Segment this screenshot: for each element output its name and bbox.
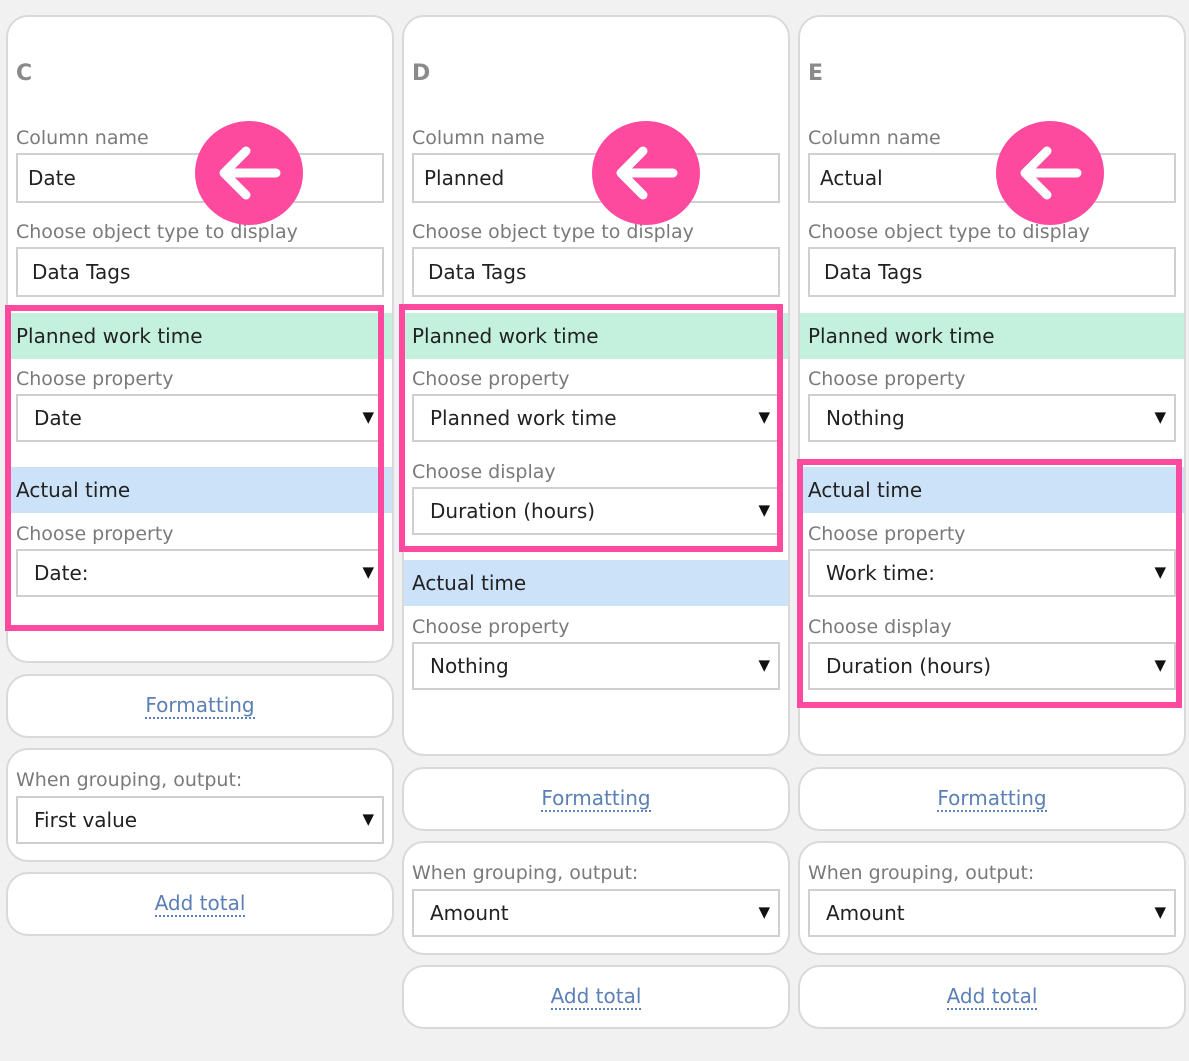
arrow-left-icon	[195, 121, 303, 225]
grouping-select[interactable]: First value ▼	[16, 796, 384, 844]
formatting-panel: Formatting	[402, 767, 790, 831]
grouping-panel: When grouping, output: Amount ▼	[402, 841, 790, 955]
column-name-label: Column name	[16, 127, 149, 149]
add-total-link[interactable]: Add total	[550, 984, 642, 1010]
column-letter: E	[808, 61, 824, 86]
planned-property-select[interactable]: Date ▼	[16, 394, 384, 442]
select-value: Duration (hours)	[430, 499, 596, 523]
planned-work-time-header: Planned work time	[800, 313, 1184, 359]
actual-time-header: Actual time	[8, 467, 392, 513]
planned-property-select[interactable]: Nothing ▼	[808, 394, 1176, 442]
actual-property-select[interactable]: Nothing ▼	[412, 642, 780, 690]
planned-work-time-header: Planned work time	[404, 313, 788, 359]
actual-display-label: Choose display	[808, 616, 952, 638]
column-settings-panel: E Column name Actual Choose object type …	[798, 15, 1186, 756]
select-value: Date	[34, 406, 82, 430]
arrow-left-icon	[592, 121, 700, 225]
column-settings-panel: D Column name Planned Choose object type…	[402, 15, 790, 756]
planned-display-label: Choose display	[412, 461, 556, 483]
chevron-down-icon: ▼	[1154, 408, 1166, 426]
column-letter: C	[16, 61, 33, 86]
formatting-panel: Formatting	[798, 767, 1186, 831]
object-type-field[interactable]: Data Tags	[808, 247, 1176, 297]
actual-property-select[interactable]: Work time: ▼	[808, 549, 1176, 597]
chevron-down-icon: ▼	[758, 656, 770, 674]
select-value: Amount	[430, 901, 509, 925]
actual-property-label: Choose property	[808, 523, 966, 545]
planned-property-label: Choose property	[16, 368, 174, 390]
actual-property-select[interactable]: Date: ▼	[16, 549, 384, 597]
formatting-link[interactable]: Formatting	[145, 693, 255, 719]
grouping-panel: When grouping, output: First value ▼	[6, 748, 394, 862]
select-value: Duration (hours)	[826, 654, 992, 678]
add-total-link[interactable]: Add total	[154, 891, 246, 917]
chevron-down-icon: ▼	[362, 563, 374, 581]
column-name-label: Column name	[808, 127, 941, 149]
actual-display-select[interactable]: Duration (hours) ▼	[808, 642, 1176, 690]
grouping-label: When grouping, output:	[412, 862, 639, 884]
formatting-link[interactable]: Formatting	[937, 786, 1047, 812]
add-total-panel: Add total	[6, 872, 394, 936]
select-value: Amount	[826, 901, 905, 925]
select-value: Nothing	[430, 654, 509, 678]
chevron-down-icon: ▼	[362, 408, 374, 426]
chevron-down-icon: ▼	[1154, 563, 1166, 581]
actual-property-label: Choose property	[16, 523, 174, 545]
arrow-left-icon	[996, 121, 1104, 225]
object-type-field[interactable]: Data Tags	[16, 247, 384, 297]
add-total-panel: Add total	[798, 965, 1186, 1029]
grouping-select[interactable]: Amount ▼	[412, 889, 780, 937]
grouping-select[interactable]: Amount ▼	[808, 889, 1176, 937]
actual-time-header: Actual time	[404, 560, 788, 606]
planned-property-label: Choose property	[808, 368, 966, 390]
actual-time-header: Actual time	[800, 467, 1184, 513]
chevron-down-icon: ▼	[1154, 656, 1166, 674]
column-letter: D	[412, 61, 431, 86]
planned-property-label: Choose property	[412, 368, 570, 390]
chevron-down-icon: ▼	[758, 408, 770, 426]
actual-property-label: Choose property	[412, 616, 570, 638]
add-total-panel: Add total	[402, 965, 790, 1029]
formatting-link[interactable]: Formatting	[541, 786, 651, 812]
formatting-panel: Formatting	[6, 674, 394, 738]
chevron-down-icon: ▼	[758, 903, 770, 921]
planned-property-select[interactable]: Planned work time ▼	[412, 394, 780, 442]
select-value: First value	[34, 808, 138, 832]
planned-display-select[interactable]: Duration (hours) ▼	[412, 487, 780, 535]
select-value: Nothing	[826, 406, 905, 430]
column-name-label: Column name	[412, 127, 545, 149]
add-total-link[interactable]: Add total	[946, 984, 1038, 1010]
chevron-down-icon: ▼	[362, 810, 374, 828]
column-settings-panel: C Column name Date Choose object type to…	[6, 15, 394, 663]
select-value: Planned work time	[430, 406, 617, 430]
select-value: Date:	[34, 561, 89, 585]
chevron-down-icon: ▼	[758, 501, 770, 519]
grouping-panel: When grouping, output: Amount ▼	[798, 841, 1186, 955]
grouping-label: When grouping, output:	[808, 862, 1035, 884]
object-type-field[interactable]: Data Tags	[412, 247, 780, 297]
column-name-input[interactable]: Actual	[808, 153, 1176, 203]
select-value: Work time:	[826, 561, 935, 585]
chevron-down-icon: ▼	[1154, 903, 1166, 921]
planned-work-time-header: Planned work time	[8, 313, 392, 359]
grouping-label: When grouping, output:	[16, 769, 243, 791]
